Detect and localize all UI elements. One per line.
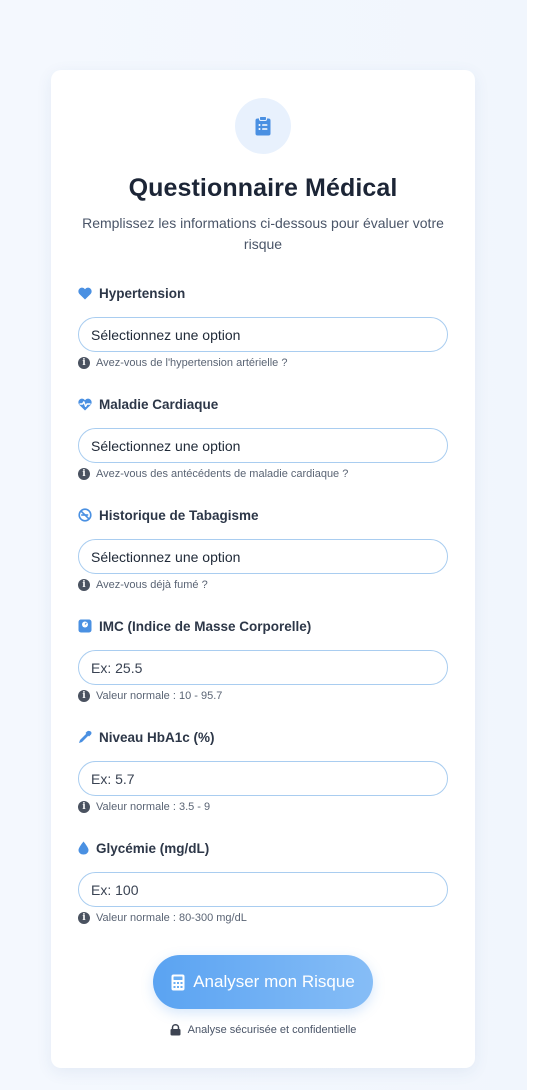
questionnaire-card: Questionnaire Médical Remplissez les inf… [51,70,475,1068]
heartbeat-icon [78,398,92,410]
smoking-history-select-value: Sélectionnez une option [91,548,241,565]
hba1c-hint-text: Valeur normale : 3.5 - 9 [96,801,211,813]
heart-disease-hint-text: Avez-vous des antécédents de maladie car… [96,468,349,480]
heart-disease-label-text: Maladie Cardiaque [99,396,219,412]
smoking-history-hint: i Avez-vous déjà fumé ? [78,579,448,591]
heart-disease-label: Maladie Cardiaque [78,395,448,413]
calculator-icon [171,974,185,990]
header-icon-badge [235,98,291,154]
hypertension-field: Hypertension Sélectionnez une option i A… [78,284,448,369]
smoking-history-select[interactable]: Sélectionnez une option [78,539,448,574]
analyze-risk-button[interactable]: Analyser mon Risque [153,955,373,1009]
smoking-history-label: Historique de Tabagisme [78,506,448,524]
heart-disease-field: Maladie Cardiaque Sélectionnez une optio… [78,395,448,480]
hypertension-hint: i Avez-vous de l'hypertension artérielle… [78,357,448,369]
hba1c-hint: i Valeur normale : 3.5 - 9 [78,801,448,813]
bmi-input-placeholder: Ex: 25.5 [91,659,143,676]
bmi-hint: i Valeur normale : 10 - 95.7 [78,690,448,702]
analyze-risk-button-label: Analyser mon Risque [193,972,355,991]
eye-dropper-icon [79,730,92,743]
page-subtitle: Remplissez les informations ci-dessous p… [82,215,444,252]
hypertension-label: Hypertension [78,284,448,302]
heart-disease-select[interactable]: Sélectionnez une option [78,428,448,463]
smoking-history-field: Historique de Tabagisme Sélectionnez une… [78,506,448,591]
hypertension-select[interactable]: Sélectionnez une option [78,317,448,352]
smoking-history-label-text: Historique de Tabagisme [99,507,259,523]
heart-disease-select-value: Sélectionnez une option [91,437,241,454]
info-icon: i [78,357,90,369]
page-title: Questionnaire Médical [128,174,398,202]
hypertension-label-text: Hypertension [99,285,186,301]
glycemia-input-placeholder: Ex: 100 [91,881,139,898]
info-icon: i [78,912,90,924]
lock-icon [170,1024,181,1036]
heart-disease-hint: i Avez-vous des antécédents de maladie c… [78,468,448,480]
hypertension-hint-text: Avez-vous de l'hypertension artérielle ? [96,357,288,369]
glycemia-label-text: Glycémie (mg/dL) [96,840,210,856]
glycemia-hint-text: Valeur normale : 80-300 mg/dL [96,912,247,924]
droplet-icon [78,841,89,855]
hba1c-field: Niveau HbA1c (%) Ex: 5.7 i Valeur normal… [78,728,448,813]
hba1c-input-placeholder: Ex: 5.7 [91,770,135,787]
bmi-hint-text: Valeur normale : 10 - 95.7 [96,690,223,702]
info-icon: i [78,690,90,702]
hba1c-label: Niveau HbA1c (%) [78,728,448,746]
page-background: Questionnaire Médical Remplissez les inf… [0,0,545,1090]
info-icon: i [78,579,90,591]
glycemia-hint: i Valeur normale : 80-300 mg/dL [78,912,448,924]
security-note-text: Analyse sécurisée et confidentielle [187,1024,357,1036]
bmi-label: IMC (Indice de Masse Corporelle) [78,617,448,635]
bmi-field: IMC (Indice de Masse Corporelle) Ex: 25.… [78,617,448,702]
no-smoking-icon [78,508,92,522]
hba1c-label-text: Niveau HbA1c (%) [99,729,215,745]
weight-scale-icon [78,619,92,633]
hba1c-input[interactable]: Ex: 5.7 [78,761,448,796]
heart-icon [78,287,92,299]
info-icon: i [78,801,90,813]
security-note: Analyse sécurisée et confidentielle [51,1024,475,1036]
glycemia-field: Glycémie (mg/dL) Ex: 100 i Valeur normal… [78,839,448,924]
clipboard-list-icon [255,116,271,136]
smoking-history-hint-text: Avez-vous déjà fumé ? [96,579,208,591]
glycemia-input[interactable]: Ex: 100 [78,872,448,907]
bmi-input[interactable]: Ex: 25.5 [78,650,448,685]
bmi-label-text: IMC (Indice de Masse Corporelle) [99,618,312,634]
scrollbar-track [527,0,545,1090]
hypertension-select-value: Sélectionnez une option [91,326,241,343]
glycemia-label: Glycémie (mg/dL) [78,839,448,857]
info-icon: i [78,468,90,480]
